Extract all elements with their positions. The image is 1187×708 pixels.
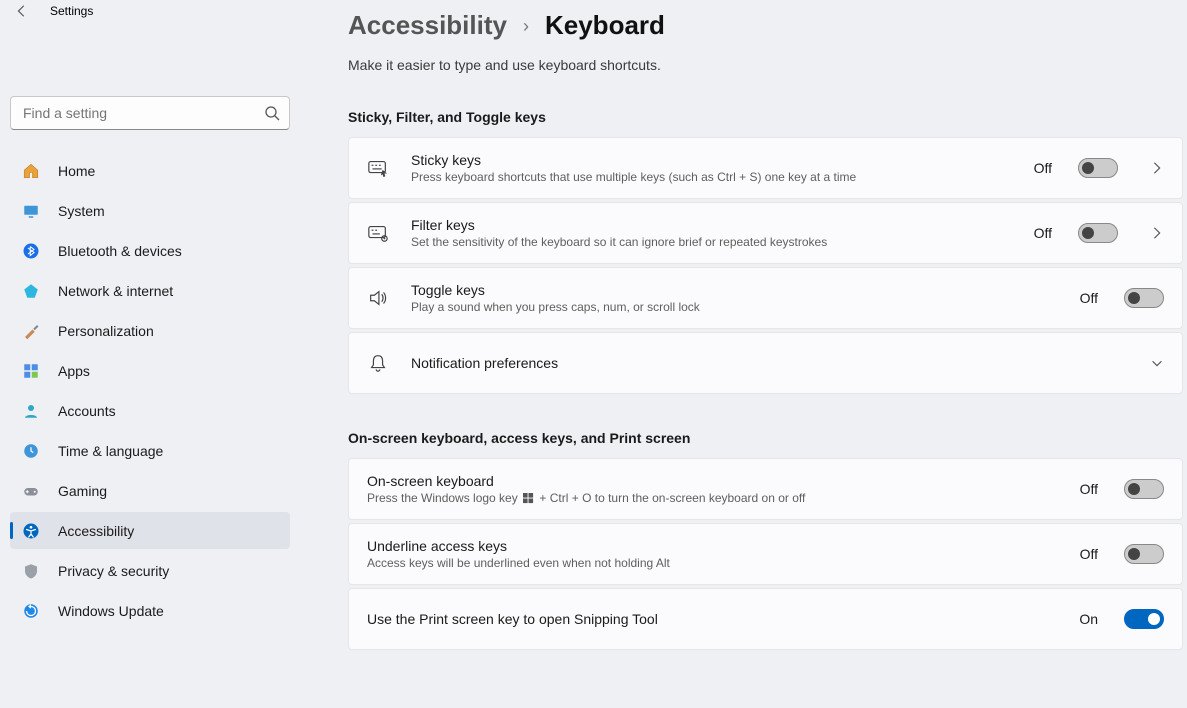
toggle-switch[interactable]	[1078, 158, 1118, 178]
breadcrumb-parent[interactable]: Accessibility	[348, 10, 507, 41]
toggle-switch[interactable]	[1124, 544, 1164, 564]
apps-icon	[22, 362, 40, 380]
time-icon	[22, 442, 40, 460]
account-icon	[22, 402, 40, 420]
page-subtitle: Make it easier to type and use keyboard …	[348, 57, 1187, 73]
app-title: Settings	[50, 4, 93, 18]
arrow-left-icon	[15, 4, 29, 18]
topbar: Settings	[0, 0, 300, 28]
toggle-switch[interactable]	[1124, 288, 1164, 308]
privacy-icon	[22, 562, 40, 580]
toggle-switch[interactable]	[1124, 479, 1164, 499]
update-icon	[22, 602, 40, 620]
search-icon	[264, 105, 280, 121]
system-icon	[22, 202, 40, 220]
chevron-right-icon: ›	[523, 16, 529, 37]
sidebar-item-apps[interactable]: Apps	[10, 352, 290, 389]
toggle-state-label: Off	[1034, 160, 1052, 176]
search-input[interactable]	[10, 96, 290, 130]
setting-description: Access keys will be underlined even when…	[367, 556, 1058, 570]
sidebar-item-gaming[interactable]: Gaming	[10, 472, 290, 509]
gaming-icon	[22, 482, 40, 500]
sidebar-item-label: Accounts	[58, 403, 116, 419]
setting-description: Press keyboard shortcuts that use multip…	[411, 170, 1012, 184]
sidebar-item-label: Apps	[58, 363, 90, 379]
setting-description: Set the sensitivity of the keyboard so i…	[411, 235, 1012, 249]
toggle-state-label: Off	[1080, 481, 1098, 497]
sidebar-item-label: Home	[58, 163, 95, 179]
chevron-right-icon	[1150, 226, 1164, 240]
keyboard-gear-icon	[367, 222, 389, 244]
sidebar-item-system[interactable]: System	[10, 192, 290, 229]
sidebar-item-update[interactable]: Windows Update	[10, 592, 290, 629]
toggle-state-label: Off	[1034, 225, 1052, 241]
sidebar-item-label: Bluetooth & devices	[58, 243, 182, 259]
sidebar-item-personalization[interactable]: Personalization	[10, 312, 290, 349]
setting-row: Use the Print screen key to open Snippin…	[348, 588, 1183, 650]
sound-icon	[367, 287, 389, 309]
bell-icon	[367, 352, 389, 374]
setting-title: Filter keys	[411, 217, 1012, 233]
page-title: Keyboard	[545, 10, 665, 41]
section-heading: On-screen keyboard, access keys, and Pri…	[348, 430, 1187, 446]
home-icon	[22, 162, 40, 180]
setting-title: Toggle keys	[411, 282, 1058, 298]
sidebar-item-label: Gaming	[58, 483, 107, 499]
brush-icon	[22, 322, 40, 340]
sidebar-item-time[interactable]: Time & language	[10, 432, 290, 469]
sidebar-item-accessibility[interactable]: Accessibility	[10, 512, 290, 549]
setting-row[interactable]: Notification preferences	[348, 332, 1183, 394]
setting-title: Use the Print screen key to open Snippin…	[367, 611, 1057, 627]
setting-row: Toggle keys Play a sound when you press c…	[348, 267, 1183, 329]
breadcrumb: Accessibility › Keyboard	[348, 10, 1187, 41]
main-content: Accessibility › Keyboard Make it easier …	[300, 0, 1187, 708]
setting-row[interactable]: Sticky keys Press keyboard shortcuts that…	[348, 137, 1183, 199]
sidebar-item-label: Windows Update	[58, 603, 164, 619]
sidebar-item-label: Personalization	[58, 323, 154, 339]
sidebar-item-accounts[interactable]: Accounts	[10, 392, 290, 429]
setting-title: On-screen keyboard	[367, 473, 1058, 489]
setting-row: On-screen keyboard Press the Windows logo…	[348, 458, 1183, 520]
setting-row[interactable]: Filter keys Set the sensitivity of the ke…	[348, 202, 1183, 264]
toggle-switch[interactable]	[1078, 223, 1118, 243]
sidebar-item-privacy[interactable]: Privacy & security	[10, 552, 290, 589]
setting-row: Underline access keys Access keys will be…	[348, 523, 1183, 585]
setting-description: Play a sound when you press caps, num, o…	[411, 300, 1058, 314]
sidebar-item-label: Network & internet	[58, 283, 173, 299]
sidebar: Settings Home System Bluetooth & devices Ne…	[0, 0, 300, 708]
sidebar-item-bluetooth[interactable]: Bluetooth & devices	[10, 232, 290, 269]
sidebar-item-home[interactable]: Home	[10, 152, 290, 189]
chevron-down-icon[interactable]	[1150, 356, 1164, 370]
bluetooth-icon	[22, 242, 40, 260]
sidebar-item-label: System	[58, 203, 105, 219]
section-heading: Sticky, Filter, and Toggle keys	[348, 109, 1187, 125]
network-icon	[22, 282, 40, 300]
chevron-right-icon	[1150, 161, 1164, 175]
setting-title: Notification preferences	[411, 355, 1118, 371]
sidebar-item-label: Time & language	[58, 443, 163, 459]
toggle-state-label: Off	[1080, 290, 1098, 306]
setting-title: Underline access keys	[367, 538, 1058, 554]
sidebar-item-label: Privacy & security	[58, 563, 169, 579]
accessibility-icon	[22, 522, 40, 540]
toggle-state-label: Off	[1080, 546, 1098, 562]
search-box[interactable]	[10, 96, 290, 130]
setting-description: Press the Windows logo key + Ctrl + O to…	[367, 491, 1058, 505]
nav-list: Home System Bluetooth & devices Network & i…	[0, 152, 300, 629]
toggle-switch[interactable]	[1124, 609, 1164, 629]
sidebar-item-label: Accessibility	[58, 523, 134, 539]
keyboard-cursor-icon	[367, 157, 389, 179]
sidebar-item-network[interactable]: Network & internet	[10, 272, 290, 309]
setting-title: Sticky keys	[411, 152, 1012, 168]
toggle-state-label: On	[1079, 611, 1098, 627]
back-button[interactable]	[12, 1, 32, 21]
